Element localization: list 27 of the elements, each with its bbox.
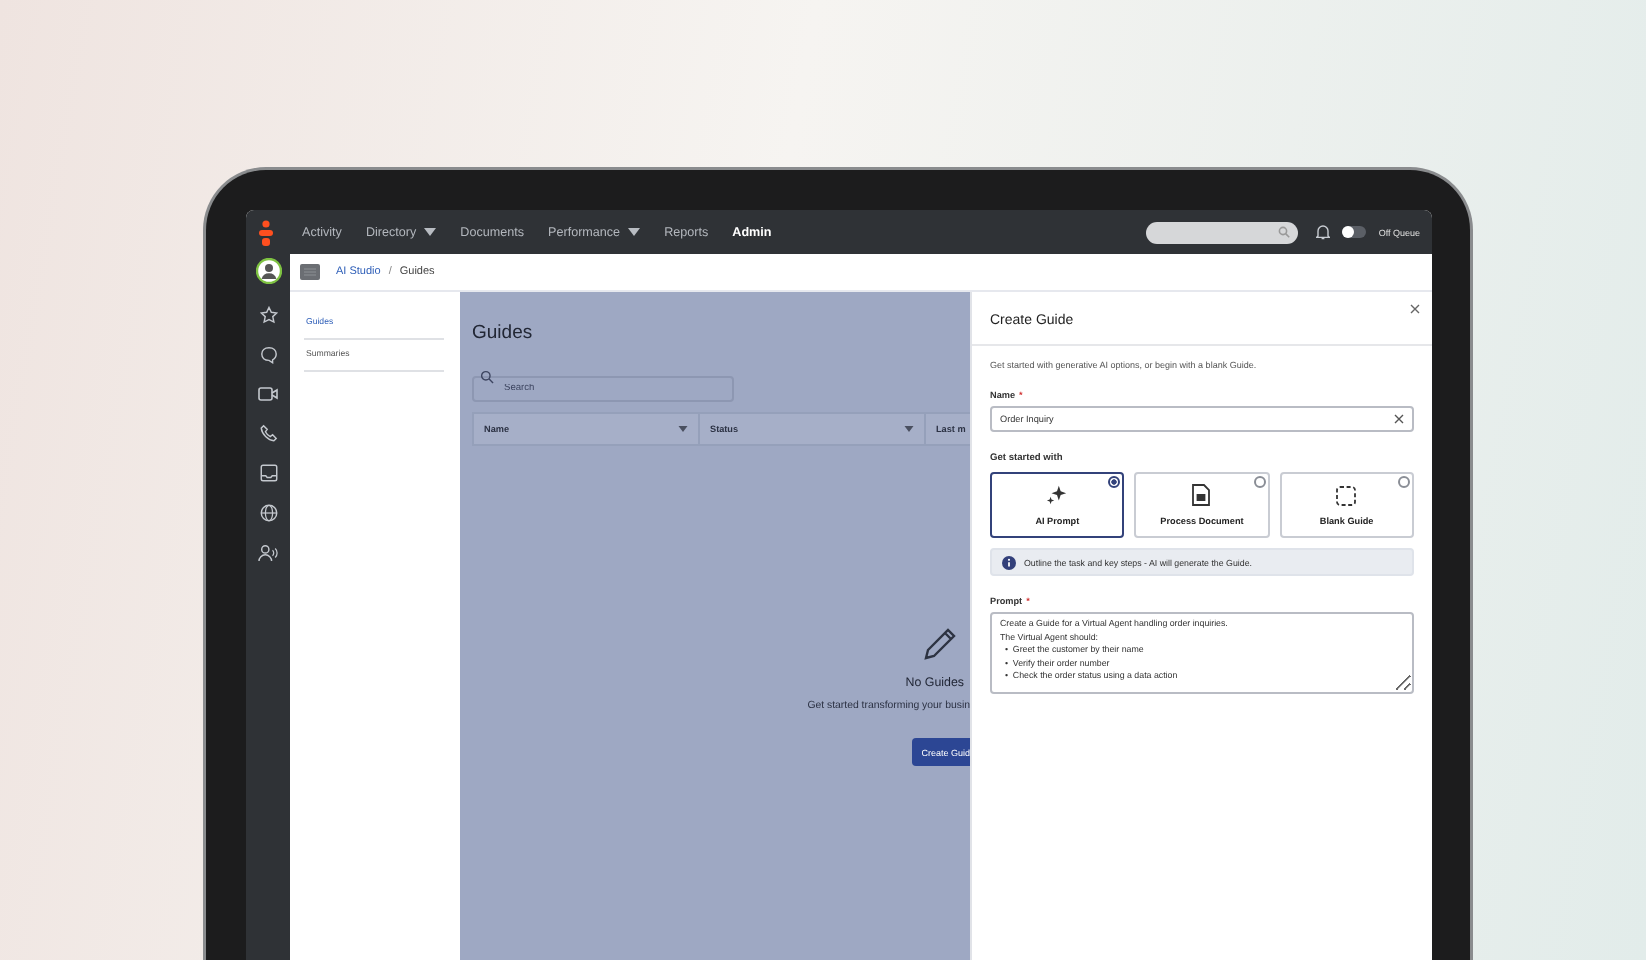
phone-icon[interactable] bbox=[259, 424, 277, 442]
video-icon[interactable] bbox=[258, 386, 278, 402]
globe-icon[interactable] bbox=[259, 504, 277, 522]
radio-button[interactable] bbox=[1397, 476, 1410, 488]
avatar-icon[interactable] bbox=[255, 258, 281, 284]
sparkle-icon bbox=[1046, 484, 1069, 506]
radio-button[interactable] bbox=[1108, 476, 1121, 488]
page-title: Guides bbox=[472, 322, 535, 344]
sort-icon bbox=[678, 426, 688, 432]
dashed-square-icon bbox=[1336, 485, 1357, 505]
star-icon[interactable] bbox=[259, 306, 277, 324]
chat-icon[interactable] bbox=[259, 346, 277, 364]
search-icon bbox=[480, 370, 494, 384]
inbox-icon[interactable] bbox=[259, 464, 277, 482]
pencil-icon bbox=[922, 626, 958, 662]
logo-icon bbox=[258, 219, 274, 245]
people-icon[interactable] bbox=[258, 544, 278, 562]
search-icon bbox=[1278, 226, 1291, 238]
clear-icon[interactable] bbox=[1394, 414, 1404, 424]
document-icon bbox=[1192, 484, 1211, 506]
sort-icon bbox=[904, 426, 914, 432]
close-icon[interactable] bbox=[1410, 304, 1420, 314]
bell-icon[interactable] bbox=[1316, 224, 1331, 240]
search-field[interactable] bbox=[1146, 221, 1299, 243]
queue-toggle[interactable] bbox=[1342, 226, 1367, 238]
radio-button[interactable] bbox=[1253, 476, 1266, 488]
info-icon bbox=[1002, 555, 1016, 569]
